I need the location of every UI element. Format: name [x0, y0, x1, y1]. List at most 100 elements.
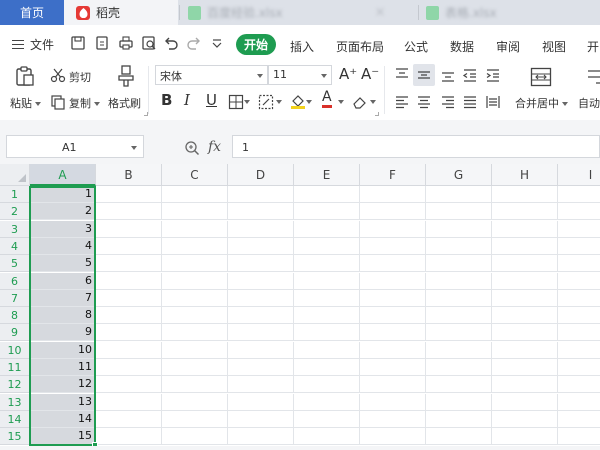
table-cell[interactable]	[426, 376, 492, 394]
table-cell[interactable]	[360, 289, 426, 307]
table-cell[interactable]	[492, 307, 558, 325]
table-cell[interactable]	[228, 237, 294, 255]
auto-wrap-button[interactable]: 自动	[578, 95, 600, 111]
table-cell[interactable]	[228, 341, 294, 359]
table-cell[interactable]	[96, 393, 162, 411]
table-cell[interactable]	[228, 220, 294, 238]
table-cell[interactable]	[558, 307, 600, 325]
font-name-select[interactable]: 宋体	[155, 65, 268, 85]
cell-style-icon[interactable]	[258, 94, 274, 110]
table-cell[interactable]	[228, 307, 294, 325]
column-header-h[interactable]: H	[492, 164, 558, 186]
decrease-indent-icon[interactable]	[462, 67, 478, 83]
cut-icon[interactable]	[50, 67, 66, 83]
align-bottom-icon[interactable]	[440, 67, 456, 83]
copy-icon[interactable]	[50, 94, 66, 110]
table-cell[interactable]	[558, 255, 600, 273]
row-header[interactable]: 13	[0, 393, 30, 411]
name-box[interactable]: A1	[6, 135, 144, 158]
table-cell[interactable]	[558, 394, 600, 411]
table-cell[interactable]	[360, 272, 426, 290]
table-cell[interactable]	[162, 255, 228, 273]
table-cell[interactable]	[492, 272, 558, 290]
align-middle-icon[interactable]	[416, 67, 432, 83]
table-cell[interactable]	[162, 272, 228, 290]
cut-button[interactable]: 剪切	[69, 69, 91, 85]
align-top-icon[interactable]	[394, 67, 410, 83]
tab-close-icon[interactable]: ×	[375, 5, 386, 20]
format-painter-icon[interactable]	[116, 65, 136, 87]
table-cell[interactable]: 15	[30, 428, 96, 446]
row-header[interactable]: 3	[0, 220, 30, 238]
italic-button[interactable]: I	[184, 91, 190, 109]
table-cell[interactable]: 2	[30, 203, 96, 221]
table-cell[interactable]	[492, 428, 558, 446]
table-cell[interactable]	[162, 359, 228, 376]
table-cell[interactable]	[162, 289, 228, 307]
copy-button[interactable]: 复制	[69, 95, 100, 111]
table-cell[interactable]	[96, 410, 162, 428]
table-cell[interactable]	[162, 307, 228, 325]
table-cell[interactable]	[492, 341, 558, 359]
underline-button[interactable]: U	[206, 91, 217, 109]
table-cell[interactable]	[228, 186, 294, 203]
table-cell[interactable]	[162, 203, 228, 221]
table-cell[interactable]	[492, 186, 558, 203]
row-header[interactable]: 2	[0, 203, 30, 221]
table-cell[interactable]	[294, 376, 360, 394]
table-cell[interactable]	[162, 410, 228, 428]
table-cell[interactable]	[294, 237, 360, 255]
table-cell[interactable]	[294, 186, 360, 203]
print-preview-icon[interactable]	[141, 35, 157, 51]
table-cell[interactable]	[294, 359, 360, 376]
table-cell[interactable]	[426, 237, 492, 255]
table-cell[interactable]: 12	[30, 376, 96, 394]
table-cell[interactable]: 13	[30, 393, 96, 411]
tab-daoke[interactable]: 稻壳	[64, 0, 178, 25]
font-color-button[interactable]: A	[322, 90, 332, 108]
table-cell[interactable]	[228, 255, 294, 273]
font-size-select[interactable]: 11	[268, 65, 332, 85]
formula-input[interactable]: 1	[232, 135, 600, 158]
export-pdf-icon[interactable]	[94, 35, 110, 51]
table-cell[interactable]	[162, 220, 228, 238]
menu-tab-view[interactable]: 视图	[542, 38, 566, 55]
table-cell[interactable]	[162, 186, 228, 203]
column-header-d[interactable]: D	[228, 164, 294, 186]
column-header-c[interactable]: C	[162, 164, 228, 186]
column-header-e[interactable]: E	[294, 164, 360, 186]
table-cell[interactable]	[96, 341, 162, 359]
table-cell[interactable]: 11	[30, 359, 96, 376]
table-cell[interactable]	[426, 410, 492, 428]
table-cell[interactable]	[162, 428, 228, 446]
table-cell[interactable]: 7	[30, 289, 96, 307]
row-header[interactable]: 8	[0, 307, 30, 325]
table-cell[interactable]	[558, 238, 600, 255]
table-cell[interactable]	[492, 410, 558, 428]
table-cell[interactable]	[96, 203, 162, 221]
table-cell[interactable]	[228, 410, 294, 428]
merge-center-icon[interactable]	[530, 67, 552, 87]
borders-icon[interactable]	[228, 94, 244, 110]
table-cell[interactable]	[360, 237, 426, 255]
table-cell[interactable]	[426, 255, 492, 273]
table-cell[interactable]: 5	[30, 255, 96, 273]
align-left-icon[interactable]	[394, 94, 410, 110]
table-cell[interactable]: 4	[30, 237, 96, 255]
table-cell[interactable]	[426, 289, 492, 307]
table-cell[interactable]	[360, 324, 426, 342]
paste-icon[interactable]	[14, 65, 36, 87]
tab-file-2[interactable]: 表格.xlsx	[420, 0, 600, 25]
table-cell[interactable]	[228, 376, 294, 394]
table-cell[interactable]	[492, 359, 558, 376]
table-cell[interactable]	[228, 359, 294, 376]
table-cell[interactable]: 14	[30, 410, 96, 428]
justify-icon[interactable]	[462, 94, 478, 110]
menu-tab-more[interactable]: 开	[587, 38, 599, 55]
row-header[interactable]: 14	[0, 410, 30, 428]
table-cell[interactable]	[96, 220, 162, 238]
increase-indent-icon[interactable]	[485, 67, 501, 83]
menu-tab-start[interactable]: 开始	[236, 34, 276, 55]
undo-icon[interactable]	[163, 35, 179, 51]
table-cell[interactable]	[558, 273, 600, 290]
